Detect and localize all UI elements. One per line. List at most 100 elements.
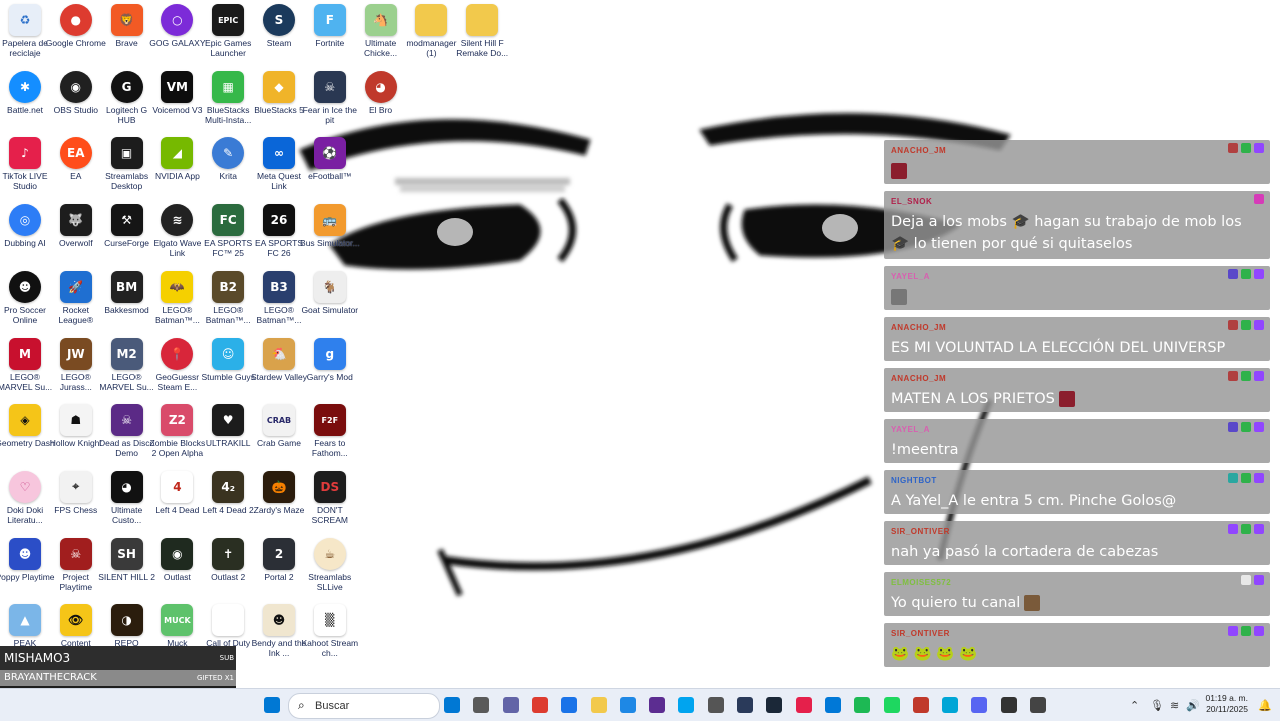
app-icon: F <box>313 4 346 36</box>
desktop-icon-label: Streamlabs SLLive <box>308 571 352 592</box>
desktop-icon[interactable]: 🐐 Goat Simulator <box>300 270 360 335</box>
app-icon: ○ <box>161 4 194 36</box>
taskbar-app-icon[interactable] <box>502 697 519 713</box>
chat-username: ANACHO_JM <box>891 323 947 332</box>
taskbar-app-icon[interactable] <box>824 697 841 713</box>
taskbar-search[interactable]: ⌕ Buscar <box>288 693 440 719</box>
clock[interactable]: 01:19 a. m. 20/11/2025 <box>1198 693 1248 715</box>
microphone-icon[interactable]: 🎙 <box>1150 699 1164 712</box>
app-icon: 2 <box>263 537 295 570</box>
chat-text-content: MATEN A LOS PRIETOS <box>891 391 1055 407</box>
app-icon <box>415 4 448 36</box>
app-icon: F2F <box>313 404 346 437</box>
app-icon: ≋ <box>161 204 194 237</box>
alert-row: MISHAMO3 SUB <box>0 646 236 670</box>
app-icon: ☺ <box>212 337 245 370</box>
taskbar-app-icon[interactable] <box>444 697 460 713</box>
app-icon: M <box>9 337 41 370</box>
app-icon: ✱ <box>9 70 41 103</box>
app-icon: ◎ <box>9 204 41 237</box>
taskbar-app-icon[interactable] <box>912 697 929 713</box>
badge-icon <box>1254 320 1264 330</box>
desktop-icon[interactable]: ☕ Streamlabs SLLive <box>300 537 360 602</box>
badge-icon <box>1241 269 1251 279</box>
desktop-icon[interactable]: F2F Fears to Fathom... <box>300 404 360 468</box>
desktop-icon[interactable]: Silent Hill F Remake Do... <box>452 4 512 68</box>
stream-chat-overlay: ANACHO_JM EL_SNOK Deja a los mobs 🎓 hagan … <box>884 140 1270 667</box>
badge-icon <box>1254 194 1264 204</box>
badge-icon <box>1254 269 1264 279</box>
taskbar-app-icon[interactable] <box>561 697 578 713</box>
taskbar-app-icon[interactable] <box>678 697 695 713</box>
chat-message: ANACHO_JM ES MI VOLUNTAD LA ELECCIÓN DEL … <box>884 317 1270 361</box>
chat-text: Deja a los mobs 🎓 hagan su trabajo de mo… <box>891 211 1260 255</box>
desktop-icon[interactable]: ◕ El Bro <box>351 70 411 135</box>
app-icon: MUCK <box>161 604 194 637</box>
badge-icon <box>1228 473 1238 483</box>
start-button[interactable] <box>264 697 280 713</box>
taskbar-app-icon[interactable] <box>649 697 666 713</box>
search-placeholder: Buscar <box>315 700 350 712</box>
taskbar-app-icon[interactable] <box>619 697 636 713</box>
app-icon: ∞ <box>263 137 295 170</box>
alert-name: BRAYANTHECRACK <box>4 672 97 683</box>
desktop-icon-label: Fears to Fathom... <box>311 438 348 459</box>
badge-icon <box>1254 524 1264 534</box>
desktop-icon-label: Bus Simulator... <box>300 238 360 249</box>
wifi-icon[interactable]: ≋ <box>1170 699 1179 712</box>
app-icon: 🐔 <box>263 337 295 370</box>
badge-icon <box>1241 143 1251 153</box>
app-icon: Z2 <box>161 404 194 437</box>
chat-username: EL_SNOK <box>891 197 933 206</box>
chevron-up-icon[interactable]: ⌃ <box>1130 699 1139 712</box>
desktop-icon[interactable]: DS DON'T SCREAM <box>300 470 360 535</box>
app-icon: G <box>110 70 143 103</box>
desktop-icon[interactable]: ⚽ eFootball™ <box>300 137 360 201</box>
chat-text-content: !meentra <box>891 442 959 458</box>
app-icon: ♪ <box>9 137 41 170</box>
taskbar-app-icon[interactable] <box>1000 697 1017 713</box>
badge-icon <box>1228 371 1238 381</box>
badge-icon <box>1241 575 1251 585</box>
alert-tag: GIFTED X1 <box>197 674 234 682</box>
app-icon: ◆ <box>263 70 295 103</box>
taskbar-app-icon[interactable] <box>795 697 812 713</box>
taskbar-app-icon[interactable] <box>531 697 548 713</box>
chat-text: Yo quiero tu canal <box>891 592 1260 614</box>
taskbar-app-icon[interactable] <box>473 697 490 713</box>
chat-username: NIGHTBOT <box>891 476 937 485</box>
app-icon: ◕ <box>364 70 397 103</box>
chat-message: ANACHO_JM <box>884 140 1270 184</box>
taskbar-app-icon[interactable] <box>854 697 871 713</box>
taskbar-app-icon[interactable] <box>707 697 724 713</box>
taskbar-app-icon[interactable] <box>590 697 607 713</box>
desktop-icon-label: DON'T SCREAM <box>311 504 348 525</box>
app-icon <box>466 4 499 36</box>
desktop-icon[interactable]: 🚌 Bus Simulator... <box>300 204 360 268</box>
notification-icon[interactable]: 🔔 <box>1258 699 1272 712</box>
desktop-icon[interactable]: ▒ Kahoot Stream ch... <box>300 604 360 668</box>
app-icon: EPIC <box>212 4 245 36</box>
app-icon: ▒ <box>313 604 346 637</box>
taskbar-app-icon[interactable] <box>1030 697 1046 713</box>
app-icon: ▦ <box>212 70 245 103</box>
taskbar-app-icon[interactable] <box>971 697 988 713</box>
chat-text <box>891 286 1260 308</box>
alert-tag: SUB <box>219 654 234 662</box>
chat-username: YAYEL_A <box>891 425 930 434</box>
search-icon: ⌕ <box>298 698 305 712</box>
app-icon: ☠ <box>59 537 92 570</box>
desktop-icon[interactable]: g Garry's Mod <box>300 337 360 402</box>
badge-icon <box>1241 473 1251 483</box>
app-icon: ▣ <box>110 137 143 170</box>
taskbar-app-icon[interactable] <box>883 697 900 713</box>
chat-badges <box>1228 269 1264 279</box>
app-icon: BM <box>110 270 143 303</box>
taskbar-app-icon[interactable] <box>737 697 753 713</box>
app-icon: ♻ <box>9 4 41 36</box>
chat-username: ELMOISES572 <box>891 578 952 587</box>
taskbar-app-icon[interactable] <box>766 697 783 713</box>
badge-icon <box>1254 422 1264 432</box>
taskbar-app-icon[interactable] <box>942 697 959 713</box>
emote-icon <box>891 163 907 179</box>
